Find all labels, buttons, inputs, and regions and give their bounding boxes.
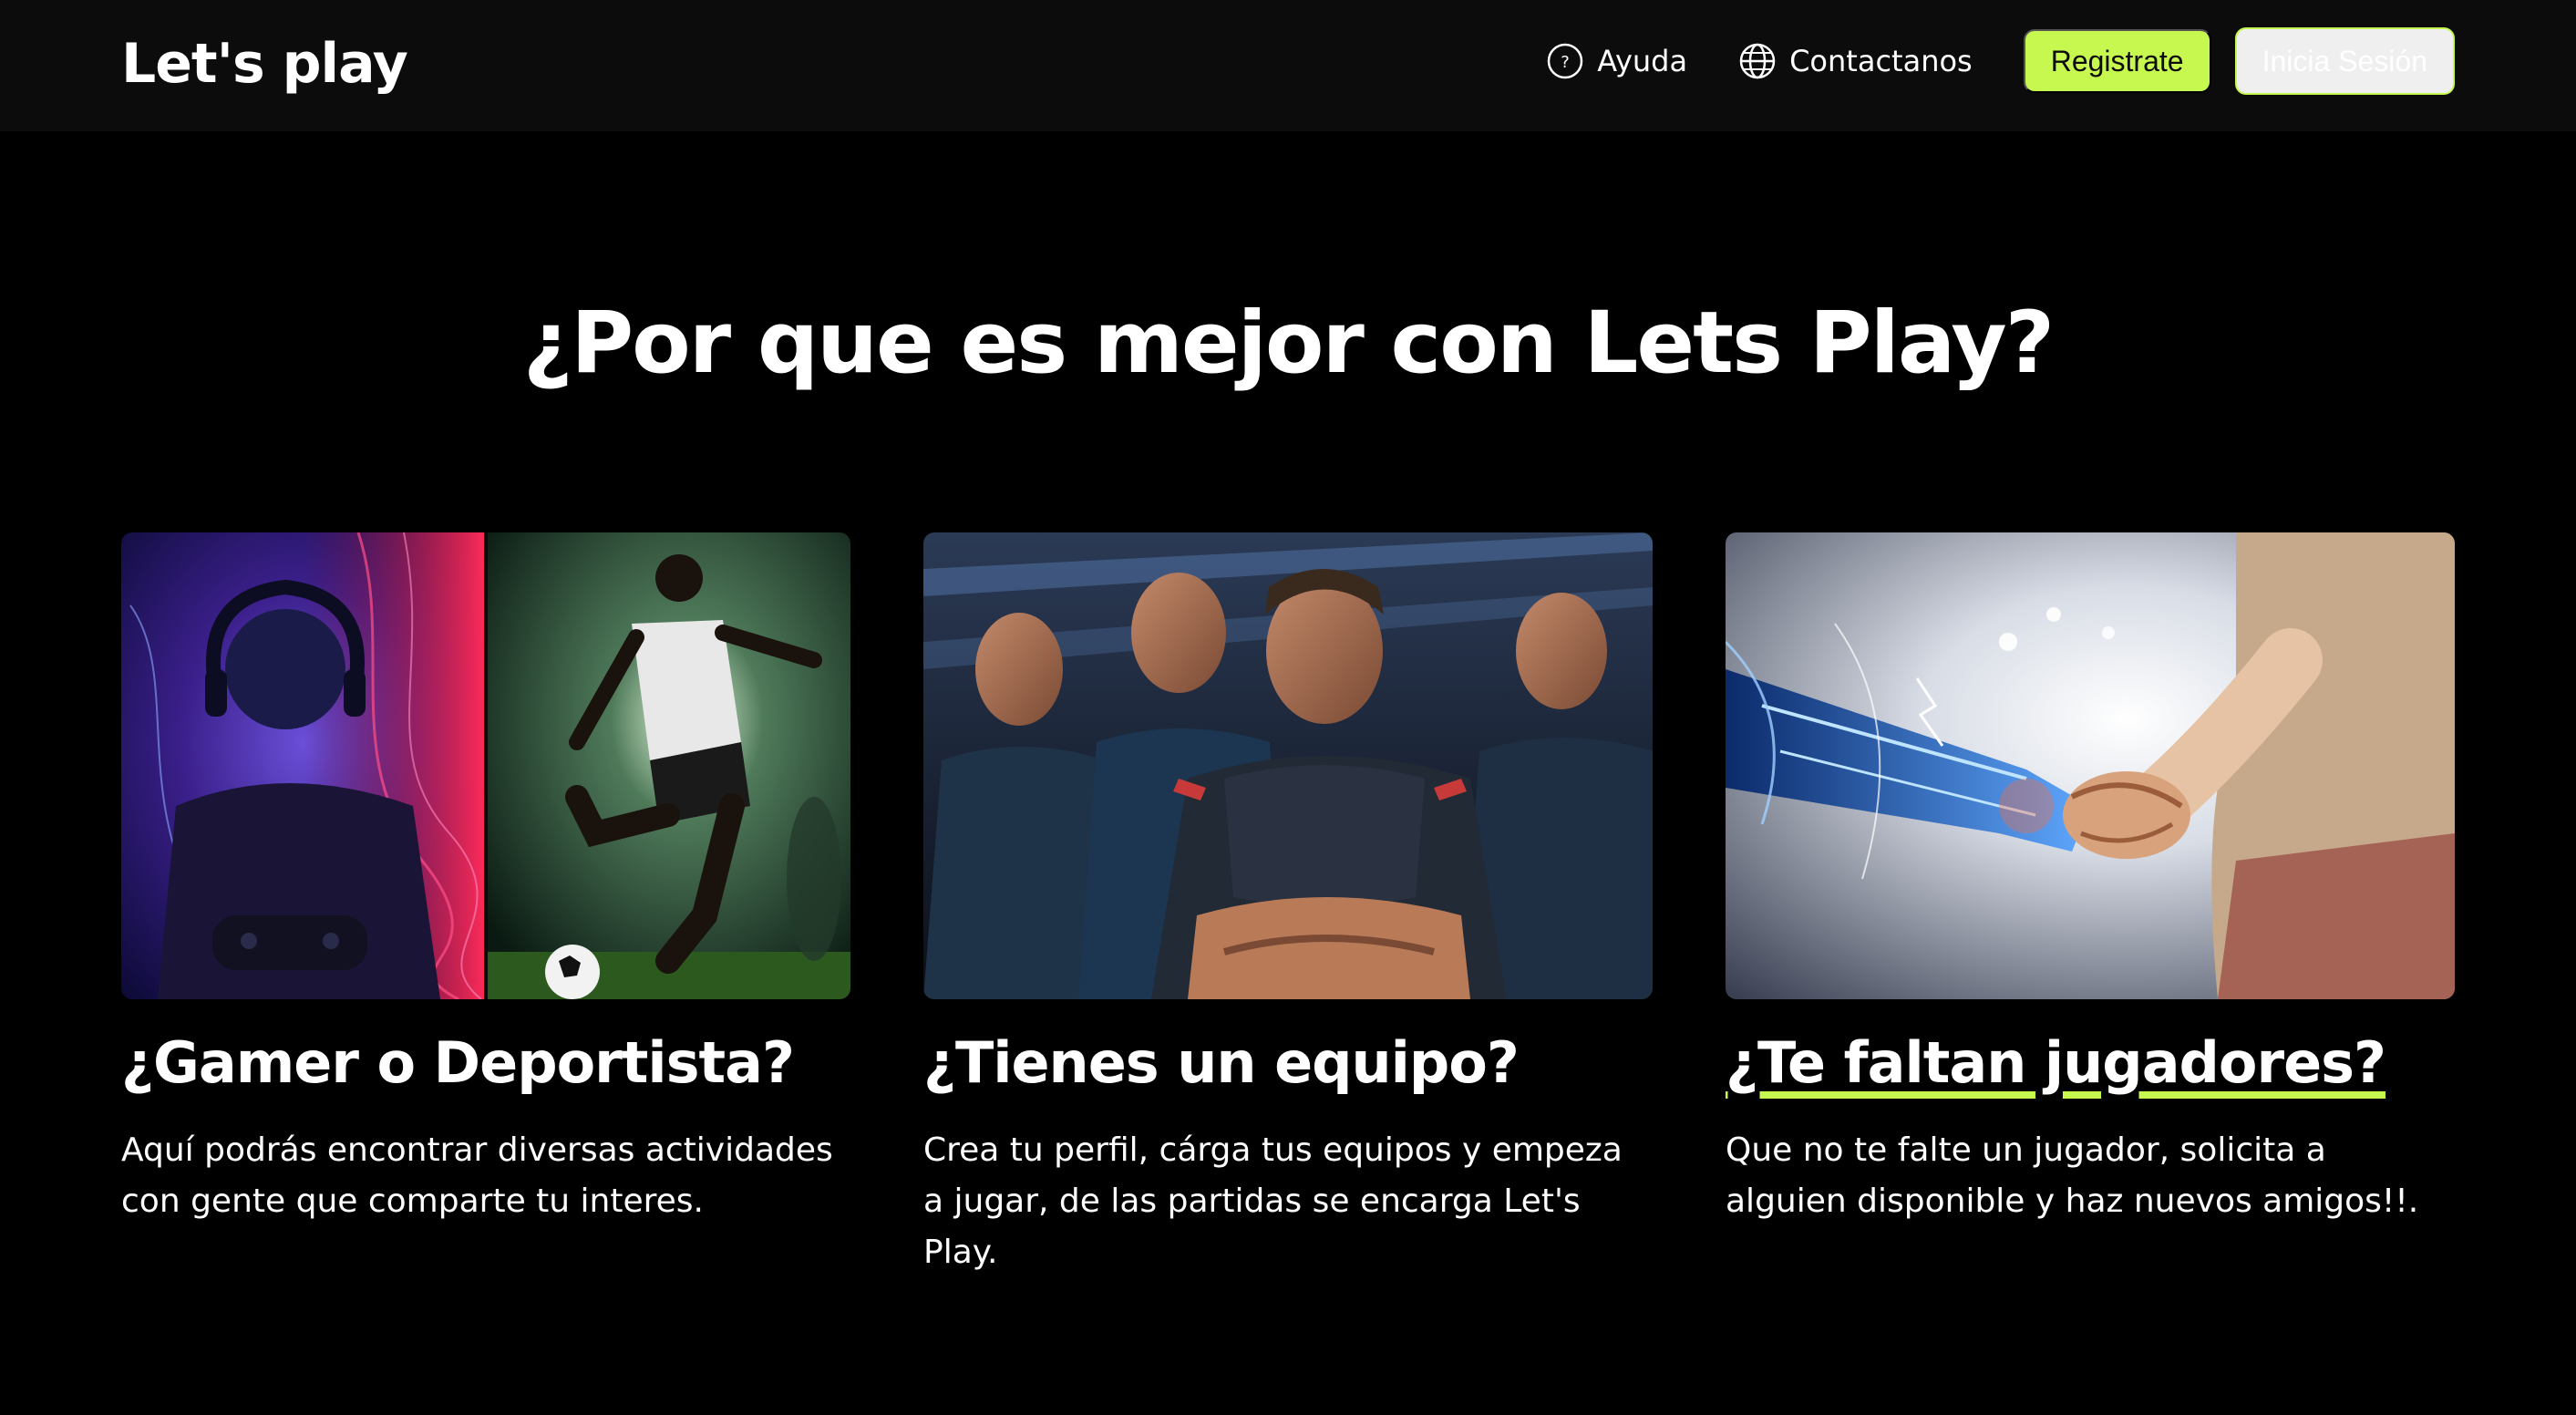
card-text: Que no te falte un jugador, solicita a a… [1726,1131,2419,1220]
card-title: ¿Gamer o Deportista? [121,1029,795,1096]
feature-card-players: ¿Te faltan jugadores? Que no te falte un… [1726,532,2455,1220]
card-text: Aquí podrás encontrar diversas actividad… [121,1131,833,1220]
navbar: Let's play ? Ayuda Contactanos Registrat… [0,0,2576,131]
nav-actions: ? Ayuda Contactanos Registrate Inicia Se… [1546,27,2455,95]
brand-logo[interactable]: Let's play [121,27,408,100]
section-title: ¿Por que es mejor con Lets Play? [522,294,2055,393]
card-title[interactable]: ¿Te faltan jugadores? [1726,1025,2386,1101]
globe-icon [1738,42,1777,80]
feature-card-team: ¿Tienes un equipo? Crea tu perfil, cárga… [923,532,1653,1271]
handshake-image [1726,532,2455,999]
feature-card-gamer: ¿Gamer o Deportista? Aquí podrás encontr… [121,532,850,1220]
card-title: ¿Tienes un equipo? [923,1029,1520,1096]
help-label: Ayuda [1597,44,1688,78]
gamer-athlete-image [121,532,850,999]
svg-text:?: ? [1561,53,1570,72]
contact-label: Contactanos [1789,44,1973,78]
contact-link[interactable]: Contactanos [1738,42,1973,80]
help-link[interactable]: ? Ayuda [1546,42,1687,80]
register-button[interactable]: Registrate [2023,29,2211,93]
question-circle-icon: ? [1546,42,1584,80]
team-image [923,532,1653,999]
login-button[interactable]: Inicia Sesión [2234,27,2455,95]
card-text: Crea tu perfil, cárga tus equipos y empe… [923,1131,1623,1271]
